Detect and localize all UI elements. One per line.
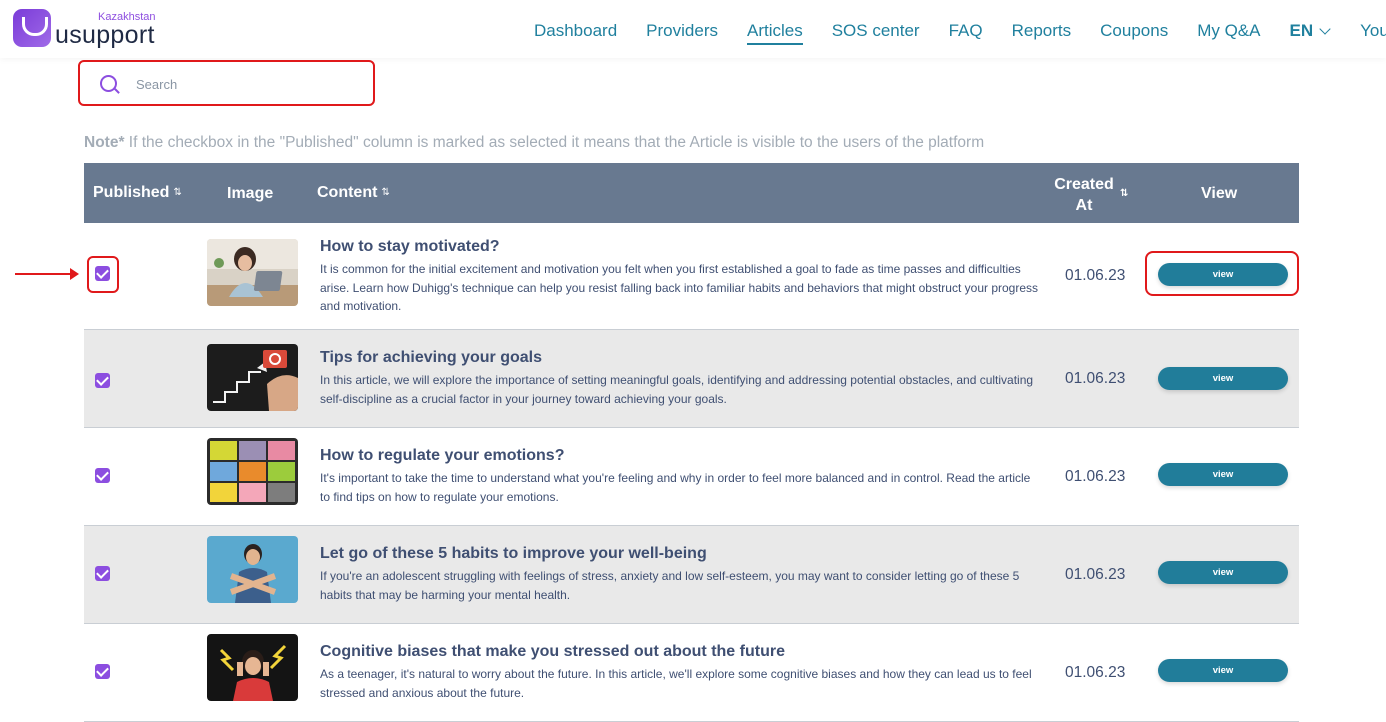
usupport-logo[interactable]: Kazakhstan usupport [13,9,163,49]
published-checkbox[interactable] [95,566,110,581]
article-title[interactable]: How to stay motivated? [320,238,500,256]
column-published-label: Published [93,184,170,201]
table-row: Cognitive biases that make you stressed … [84,624,1299,722]
note-label: Note* [84,134,125,151]
column-image: Image [227,185,274,202]
column-created-label-1: Created [1054,176,1114,193]
search-input[interactable] [136,74,356,94]
thumbnail-image [207,438,298,505]
view-button[interactable]: view [1158,367,1288,390]
sort-icon[interactable]: ⇅ [1120,188,1128,199]
published-checkbox[interactable] [95,266,110,281]
article-description: It is common for the initial excitement … [320,262,1039,313]
main-nav: Dashboard Providers Articles SOS center … [534,17,1386,45]
article-thumbnail [207,438,298,505]
nav-providers[interactable]: Providers [646,20,718,42]
red-arrow-annotation [15,268,79,280]
published-checkbox[interactable] [95,373,110,388]
nav-sos-center[interactable]: SOS center [832,20,920,42]
column-created-at[interactable]: Created At [1050,174,1118,216]
table-row: Let go of these 5 habits to improve your… [84,526,1299,624]
sort-icon[interactable]: ⇅ [381,187,389,198]
published-checkbox[interactable] [95,468,110,483]
search-icon [100,75,117,92]
nav-reports[interactable]: Reports [1012,20,1072,42]
article-description: As a teenager, it's natural to worry abo… [320,667,1032,700]
view-button[interactable]: view [1158,659,1288,682]
table-row: Tips for achieving your goals In this ar… [84,330,1299,428]
article-description: If you're an adolescent struggling with … [320,569,1020,602]
view-button[interactable]: view [1158,463,1288,486]
article-thumbnail [207,536,298,603]
article-thumbnail [207,239,298,306]
article-title[interactable]: Let go of these 5 habits to improve your… [320,545,707,563]
chevron-down-icon[interactable] [1319,22,1331,35]
note-text: If the checkbox in the "Published" colum… [124,134,985,151]
created-date: 01.06.23 [1065,566,1126,583]
sort-icon[interactable]: ⇅ [173,187,181,198]
language-selector[interactable]: EN [1290,21,1314,41]
nav-coupons[interactable]: Coupons [1100,20,1168,42]
table-row: How to regulate your emotions? It's impo… [84,428,1299,526]
thumbnail-image [207,239,298,306]
nav-faq[interactable]: FAQ [949,20,983,42]
article-title[interactable]: How to regulate your emotions? [320,447,564,465]
view-button[interactable]: view [1158,263,1288,286]
column-created-label-2: At [1075,197,1093,214]
created-date: 01.06.23 [1065,267,1126,284]
thumbnail-image [207,634,298,701]
articles-table: Published ⇅ Image Content ⇅ Created At ⇅ Vi… [84,163,1299,722]
table-header: Published ⇅ Image Content ⇅ Created At ⇅ Vi… [84,163,1299,223]
nav-dashboard[interactable]: Dashboard [534,20,617,42]
article-title[interactable]: Tips for achieving your goals [320,349,542,367]
created-date: 01.06.23 [1065,370,1126,387]
column-content[interactable]: Content ⇅ [317,184,390,202]
article-description: In this article, we will explore the imp… [320,373,1034,406]
view-button[interactable]: view [1158,561,1288,584]
published-note: Note* If the checkbox in the "Published"… [84,134,984,152]
top-navbar: Kazakhstan usupport Dashboard Providers … [0,0,1386,58]
published-checkbox[interactable] [95,664,110,679]
nav-articles[interactable]: Articles [746,20,803,45]
logo-text: usupport [55,21,155,49]
article-thumbnail [207,634,298,701]
column-content-label: Content [317,184,378,201]
column-view: View [1201,185,1238,202]
logo-icon [13,9,51,47]
article-title[interactable]: Cognitive biases that make you stressed … [320,643,785,661]
thumbnail-image [207,344,298,411]
thumbnail-image [207,536,298,603]
nav-my-qa[interactable]: My Q&A [1197,20,1260,42]
table-row: How to stay motivated? It is common for … [84,223,1299,330]
nav-your-profile[interactable]: Your profile [1360,21,1386,41]
search-box [78,60,375,106]
created-date: 01.06.23 [1065,468,1126,485]
article-thumbnail [207,344,298,411]
created-date: 01.06.23 [1065,664,1126,681]
column-published[interactable]: Published ⇅ [93,184,182,202]
article-description: It's important to take the time to under… [320,471,1031,504]
